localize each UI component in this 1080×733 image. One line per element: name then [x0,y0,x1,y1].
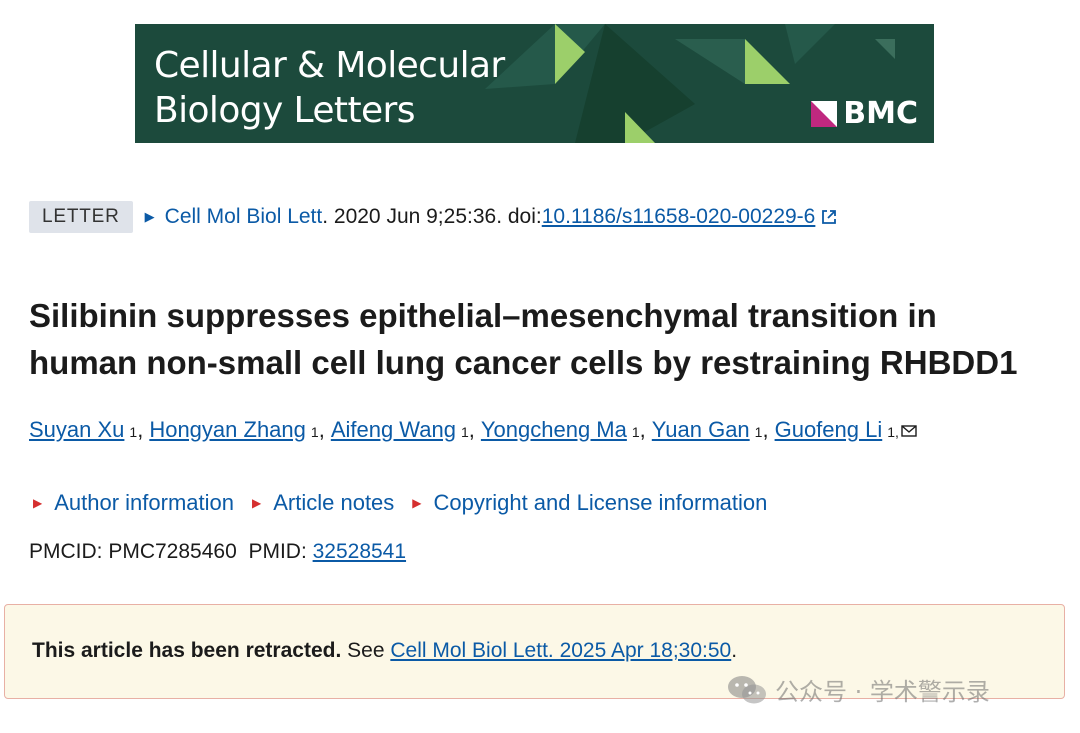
info-link-item[interactable]: ▶ Copyright and License information [412,490,767,516]
info-link-item[interactable]: ▶ Author information [33,490,234,516]
article-title: Silibinin suppresses epithelial–mesenchy… [29,297,1018,381]
journal-link[interactable]: Cell Mol Biol Lett [165,205,323,229]
article-ids: PMCID: PMC7285460 PMID: 32528541 [29,540,406,564]
info-link-item[interactable]: ▶ Article notes [252,490,394,516]
bmc-logo-icon [811,100,838,127]
watermark-text: 公众号 · 学术警示录 [775,678,990,706]
citation-line: LETTER ▶ Cell Mol Biol Lett . 2020 Jun 9… [29,200,837,234]
retraction-link[interactable]: Cell Mol Biol Lett. 2025 Apr 18;30:50 [390,639,731,662]
pmid-label: PMID: [248,540,313,563]
author-link[interactable]: Hongyan Zhang [149,417,306,443]
article-type-badge: LETTER [29,201,133,233]
info-link-label[interactable]: Article notes [273,490,394,516]
author-separator: , [137,417,144,442]
triangle-right-icon: ▶ [412,496,422,510]
author-list: Suyan Xu 1, Hongyan Zhang 1, Aifeng Wang 1, Yo… [29,417,917,443]
pmid-link[interactable]: 32528541 [313,540,406,563]
triangle-right-icon: ▶ [252,496,262,510]
author-separator: , [639,417,646,442]
affiliation-marker[interactable]: 1 [129,424,137,440]
notice-period: . [731,639,738,662]
author-link[interactable]: Yongcheng Ma [481,417,627,443]
retraction-heading: This article has been retracted. [32,639,342,662]
author-link[interactable]: Suyan Xu [29,417,124,443]
see-text: See [341,639,391,662]
affiliation-marker[interactable]: 1 [461,424,469,440]
watermark: 公众号 · 学术警示录 [727,672,990,707]
envelope-icon[interactable] [901,425,917,437]
info-link-label[interactable]: Copyright and License information [434,490,768,516]
affiliation-marker[interactable]: 1 [755,424,763,440]
author-separator: , [318,417,325,442]
citation-details: . 2020 Jun 9;25:36. doi: [322,205,542,228]
triangle-right-icon: ▶ [144,209,155,224]
author-link[interactable]: Guofeng Li [775,417,883,443]
triangle-right-icon: ▶ [33,496,43,510]
affiliation-marker[interactable]: 1 [632,424,640,440]
external-link-icon[interactable] [821,209,837,225]
journal-name: Cellular & Molecular Biology Letters [154,45,505,131]
info-links: ▶ Author information ▶ Article notes ▶ Copyri… [33,490,785,516]
author-separator: , [468,417,475,442]
doi-link[interactable]: 10.1186/s11658-020-00229-6 [542,205,816,229]
info-link-label[interactable]: Author information [54,490,234,516]
author-separator: , [762,417,769,442]
pmcid: PMCID: PMC7285460 [29,540,237,563]
affiliation-marker[interactable]: 1, [887,424,899,440]
author-link[interactable]: Yuan Gan [652,417,750,443]
bmc-logo: BMC [811,96,918,131]
author-link[interactable]: Aifeng Wang [331,417,456,443]
journal-banner[interactable]: Cellular & Molecular Biology Letters BMC [135,24,934,143]
affiliation-marker[interactable]: 1 [311,424,319,440]
wechat-icon [728,675,766,703]
retraction-notice-text: This article has been retracted. See Cel… [32,639,737,663]
publisher-name: BMC [843,96,918,131]
